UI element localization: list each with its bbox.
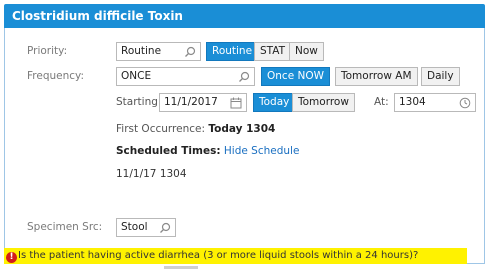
priority-stat-button[interactable]: STAT [254,42,292,61]
specimen-source-value: Stool [121,221,148,233]
priority-now-button[interactable]: Now [289,42,324,61]
specimen-source-input[interactable]: Stool [116,218,176,237]
priority-value: Routine [121,45,162,57]
first-occurrence-value: Today 1304 [208,123,276,135]
start-time-value: 1304 [399,96,426,108]
starting-label: Starting: [116,96,162,108]
frequency-daily-button[interactable]: Daily [421,67,460,86]
start-date-input[interactable]: 11/1/2017 [159,93,247,112]
order-title-bar: Clostridium difficile Toxin [4,4,485,28]
start-date-value: 11/1/2017 [164,96,218,108]
start-tomorrow-button[interactable]: Tomorrow [292,93,355,112]
scrollbar-stub[interactable] [164,266,198,269]
start-time-input[interactable]: 1304 [394,93,476,112]
search-icon[interactable] [238,71,250,83]
frequency-input[interactable]: ONCE [116,67,255,86]
warning-text: Is the patient having active diarrhea (3… [18,250,419,261]
priority-input[interactable]: Routine [116,42,201,61]
priority-routine-button[interactable]: Routine [206,42,259,61]
frequency-once-now-button[interactable]: Once NOW [261,67,330,86]
search-icon[interactable] [184,46,196,58]
scheduled-times-label: Scheduled Times: [116,145,221,157]
first-occurrence-label: First Occurrence: [116,123,206,135]
at-label: At: [374,96,389,108]
clock-icon[interactable] [459,97,471,109]
order-form-panel: Priority: Routine Routine STAT Now Frequ… [4,28,485,264]
first-occurrence: First Occurrence: Today 1304 [116,123,275,135]
frequency-tomorrow-am-button[interactable]: Tomorrow AM [335,67,418,86]
hide-schedule-link[interactable]: Hide Schedule [224,145,300,157]
specimen-source-label: Specimen Src: [27,221,103,233]
priority-label: Priority: [27,45,68,57]
order-title: Clostridium difficile Toxin [12,9,183,23]
scheduled-times: Scheduled Times: Hide Schedule [116,145,299,157]
calendar-icon[interactable] [230,97,242,109]
start-today-button[interactable]: Today [253,93,296,112]
frequency-value: ONCE [121,70,152,82]
diarrhea-question-warning[interactable]: ! Is the patient having active diarrhea (… [4,248,467,264]
search-icon[interactable] [159,222,171,234]
frequency-label: Frequency: [27,70,85,82]
alert-icon: ! [6,252,17,263]
scheduled-time-entry: 11/1/17 1304 [116,168,187,180]
